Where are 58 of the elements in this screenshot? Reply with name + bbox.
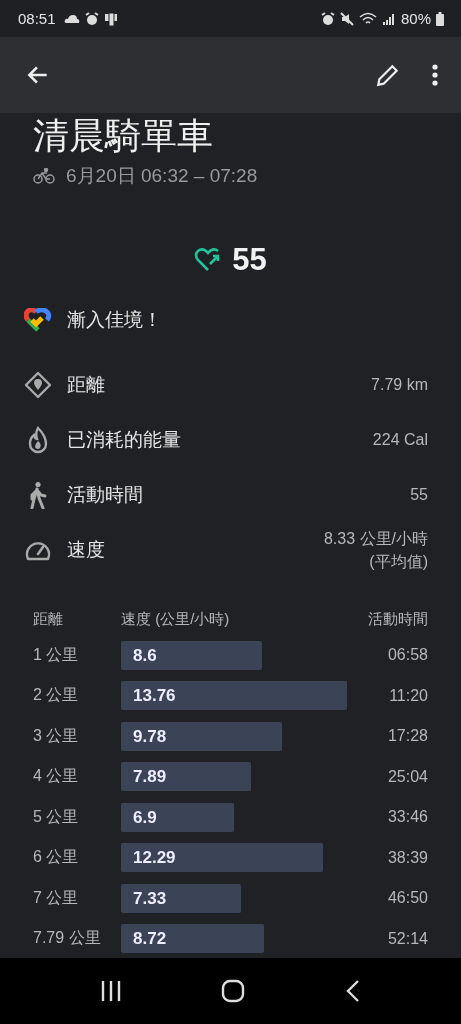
stat-value: 7.79 km bbox=[371, 375, 428, 395]
activity-title: 清晨騎單車 bbox=[33, 115, 214, 157]
speed-bar: 6.9 bbox=[121, 802, 235, 832]
speed-bar: 12.29 bbox=[121, 843, 323, 873]
mute-icon bbox=[339, 11, 354, 26]
speed-bar: 13.76 bbox=[121, 681, 347, 711]
split-distance: 7.79 公里 bbox=[33, 928, 102, 949]
wifi-icon bbox=[358, 11, 377, 26]
speed-bar: 7.89 bbox=[121, 762, 251, 792]
column-header: 速度 (公里/小時) bbox=[121, 609, 231, 629]
stat-label: 速度 bbox=[67, 537, 106, 562]
device-icon bbox=[103, 11, 118, 26]
speed-bar: 8.72 bbox=[121, 924, 265, 954]
speed-bar: 7.33 bbox=[121, 883, 242, 913]
split-distance: 4 公里 bbox=[33, 766, 80, 787]
split-time: 46:50 bbox=[386, 889, 428, 908]
location-diamond-icon bbox=[24, 370, 52, 399]
back-icon[interactable] bbox=[345, 979, 362, 1003]
stat-value: 8.33 公里/小時 bbox=[323, 528, 428, 549]
stat-value: 55 bbox=[410, 485, 428, 505]
split-time: 38:39 bbox=[386, 848, 428, 867]
stat-label: 已消耗的能量 bbox=[67, 427, 182, 452]
bicycle-icon bbox=[33, 168, 55, 184]
stat-label: 距離 bbox=[67, 372, 106, 397]
split-time: 17:28 bbox=[386, 727, 428, 746]
column-header: 距離 bbox=[33, 609, 64, 629]
alarm-icon bbox=[320, 11, 335, 26]
speed-bar: 8.6 bbox=[121, 640, 263, 670]
battery-icon bbox=[436, 11, 444, 26]
cloud-icon bbox=[63, 13, 80, 24]
heart-logo-icon bbox=[24, 307, 52, 332]
home-icon[interactable] bbox=[221, 979, 246, 1003]
split-time: 52:14 bbox=[386, 929, 428, 948]
pencil-icon[interactable] bbox=[375, 62, 401, 88]
split-distance: 3 公里 bbox=[33, 725, 80, 746]
split-distance: 1 公里 bbox=[33, 644, 80, 665]
recent-apps-icon[interactable] bbox=[99, 980, 122, 1002]
date-range: 6月20日 06:32 – 07:28 bbox=[66, 164, 258, 188]
battery-percent: 80% bbox=[400, 10, 431, 27]
split-distance: 5 公里 bbox=[33, 806, 80, 827]
split-distance: 2 公里 bbox=[33, 685, 80, 706]
status-time: 08:51 bbox=[18, 10, 56, 27]
heart-points-value: 55 bbox=[232, 242, 267, 278]
column-header: 活動時間 bbox=[367, 609, 428, 629]
split-time: 11:20 bbox=[388, 686, 428, 705]
split-distance: 6 公里 bbox=[33, 847, 80, 868]
split-distance: 7 公里 bbox=[33, 887, 80, 908]
split-time: 06:58 bbox=[386, 646, 428, 665]
stat-note: (平均值) bbox=[369, 551, 428, 572]
stat-label: 活動時間 bbox=[67, 482, 144, 507]
stat-value: 224 Cal bbox=[372, 430, 428, 450]
motivation-message: 漸入佳境！ bbox=[67, 307, 163, 332]
signal-icon bbox=[381, 12, 394, 25]
split-time: 33:46 bbox=[386, 808, 428, 827]
split-time: 25:04 bbox=[386, 767, 428, 786]
more-options-icon[interactable] bbox=[431, 63, 439, 87]
alarm-icon bbox=[84, 11, 99, 26]
speed-bar: 9.78 bbox=[121, 721, 282, 751]
